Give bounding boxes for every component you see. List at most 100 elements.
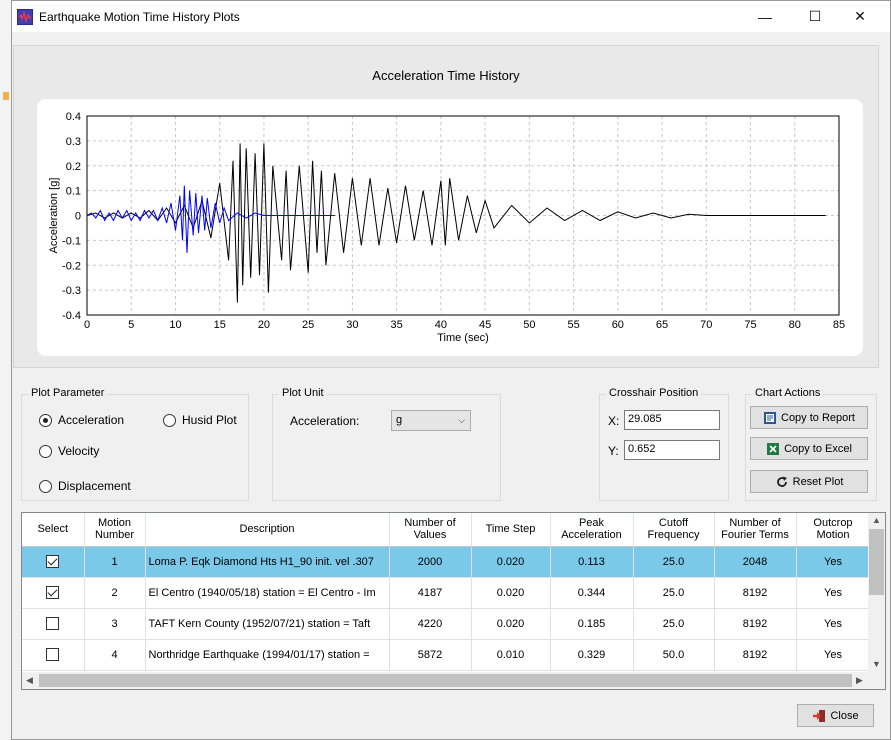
table-cell[interactable]: 5872 (389, 639, 472, 671)
scroll-right-icon[interactable]: ▶ (856, 675, 863, 686)
title-bar: Earthquake Motion Time History Plots — ☐… (12, 1, 890, 32)
unit-select-value: g (396, 414, 403, 426)
table-cell[interactable]: 8192 (714, 639, 797, 671)
table-cell[interactable]: 2048 (714, 546, 797, 578)
select-cell[interactable] (22, 546, 85, 578)
scroll-left-icon[interactable]: ◀ (26, 675, 33, 686)
select-checkbox[interactable] (46, 586, 60, 599)
select-cell[interactable] (22, 639, 85, 671)
acceleration-chart[interactable]: 0.4 0.3 0.2 0.1 0 -0.1 -0.2 -0.3 -0.4 0 5 10 15 20 25… (37, 99, 863, 356)
y-tick-label: 0.3 (66, 136, 81, 148)
table-row[interactable]: 4 Northridge Earthquake (1994/01/17) stat… (22, 639, 871, 671)
table-cell[interactable]: Yes (796, 639, 871, 671)
table-cell[interactable]: 25.0 (633, 577, 715, 609)
vertical-scrollbar[interactable]: ▲ ▼ (868, 513, 885, 673)
table-cell[interactable]: 4 (84, 639, 146, 671)
select-checkbox[interactable] (46, 617, 60, 630)
x-tick-label: 15 (214, 319, 226, 331)
minimize-button[interactable]: — (742, 1, 788, 32)
table-cell[interactable]: 8192 (714, 577, 797, 609)
select-checkbox[interactable] (46, 648, 60, 661)
radio-husid-circle[interactable] (163, 413, 176, 427)
horizontal-scrollbar[interactable]: ◀ ▶ (22, 672, 885, 689)
column-header[interactable]: Select (22, 513, 85, 547)
table-cell[interactable]: 0.329 (550, 639, 634, 671)
radio-acceleration[interactable]: Acceleration (39, 413, 124, 427)
table-cell[interactable]: 2000 (389, 546, 472, 578)
table-cell[interactable]: 0.020 (471, 546, 551, 578)
table-cell[interactable]: 8192 (714, 608, 797, 640)
horizontal-scroll-thumb[interactable] (39, 674, 852, 687)
scroll-down-icon[interactable]: ▼ (872, 659, 881, 669)
radio-velocity-circle[interactable] (39, 444, 52, 458)
radio-displacement[interactable]: Displacement (39, 479, 131, 493)
x-tick-label: 40 (435, 319, 447, 331)
select-cell[interactable] (22, 608, 85, 640)
copy-to-excel-button[interactable]: Copy to Excel (750, 437, 868, 460)
radio-velocity-label: Velocity (58, 444, 100, 458)
table-row[interactable]: 1 Loma P. Eqk Diamond Hts H1_90 init. vel… (22, 546, 871, 578)
description-cell[interactable]: El Centro (1940/05/18) station = El Cent… (145, 577, 390, 609)
column-header[interactable]: Description (145, 513, 390, 547)
table-cell[interactable]: 25.0 (633, 608, 715, 640)
table-cell[interactable]: 0.344 (550, 577, 634, 609)
reset-plot-label: Reset Plot (792, 475, 844, 488)
copy-to-report-label: Copy to Report (781, 411, 855, 424)
scroll-up-icon[interactable]: ▲ (872, 515, 881, 525)
select-cell[interactable] (22, 577, 85, 609)
table-cell[interactable]: 0.113 (550, 546, 634, 578)
close-button[interactable]: Close (797, 704, 874, 727)
table-cell[interactable]: 0.185 (550, 608, 634, 640)
reset-plot-button[interactable]: Reset Plot (750, 470, 868, 493)
table-cell[interactable]: 0.020 (471, 608, 551, 640)
crosshair-x-field[interactable]: 29.085 (624, 410, 720, 430)
column-header[interactable]: Motion Number (84, 513, 146, 547)
radio-velocity[interactable]: Velocity (39, 444, 99, 458)
column-header[interactable]: Number of Fourier Terms (714, 513, 797, 547)
table-cell[interactable]: 0.020 (471, 577, 551, 609)
y-tick-label: -0.1 (62, 235, 81, 247)
table-cell[interactable]: 1 (84, 546, 146, 578)
copy-to-report-button[interactable]: Copy to Report (750, 406, 868, 429)
x-tick-label: 0 (84, 319, 90, 331)
column-header[interactable]: Number of Values (389, 513, 472, 547)
column-header[interactable]: Peak Acceleration (550, 513, 634, 547)
x-tick-label: 75 (744, 319, 756, 331)
description-cell[interactable]: TAFT Kern County (1952/07/21) station = … (145, 608, 390, 640)
table-cell[interactable]: 25.0 (633, 546, 715, 578)
table-cell[interactable]: Yes (796, 546, 871, 578)
maximize-button[interactable]: ☐ (792, 1, 838, 32)
select-checkbox[interactable] (46, 555, 60, 568)
chevron-down-icon: ⌵ (458, 415, 465, 425)
table-cell[interactable]: 50.0 (633, 639, 715, 671)
chart-panel: Acceleration Time History 0.4 0.3 0.2 0.1 0-… (13, 45, 879, 368)
column-header[interactable]: Time Step (471, 513, 551, 547)
description-cell[interactable]: Northridge Earthquake (1994/01/17) stati… (145, 639, 390, 671)
x-tick-label: 60 (612, 319, 624, 331)
plot-parameter-title: Plot Parameter (28, 387, 108, 399)
column-header[interactable]: Outcrop Motion (796, 513, 871, 547)
vertical-scroll-thumb[interactable] (869, 529, 884, 595)
table-cell[interactable]: 0.010 (471, 639, 551, 671)
crosshair-y-field[interactable]: 0.652 (624, 440, 720, 460)
table-row[interactable]: 2 El Centro (1940/05/18) station = El Cen… (22, 577, 871, 609)
description-cell[interactable]: Loma P. Eqk Diamond Hts H1_90 init. vel … (145, 546, 390, 578)
column-header[interactable]: Cutoff Frequency (633, 513, 715, 547)
radio-displacement-circle[interactable] (39, 479, 52, 493)
table-cell[interactable]: 4187 (389, 577, 472, 609)
radio-acceleration-circle[interactable] (39, 413, 52, 427)
motion-table: Select Motion Number Description Number of … (21, 512, 886, 690)
x-tick-label: 50 (523, 319, 535, 331)
chart-area[interactable]: 0.4 0.3 0.2 0.1 0 -0.1 -0.2 -0.3 -0.4 0 5 10 15 20 25… (37, 99, 863, 356)
unit-select[interactable]: g ⌵ (391, 410, 471, 431)
table-cell[interactable]: 3 (84, 608, 146, 640)
radio-husid-plot[interactable]: Husid Plot (163, 413, 237, 427)
close-window-button[interactable]: ✕ (837, 1, 883, 32)
table-row[interactable]: 3 TAFT Kern County (1952/07/21) station =… (22, 608, 871, 640)
crosshair-group: Crosshair Position X: 29.085 Y: 0.652 (599, 387, 729, 501)
table-cell[interactable]: Yes (796, 577, 871, 609)
table-cell[interactable]: 4220 (389, 608, 472, 640)
table-cell[interactable]: Yes (796, 608, 871, 640)
plot-parameter-group: Plot Parameter Acceleration Velocity Dis… (21, 387, 249, 501)
table-cell[interactable]: 2 (84, 577, 146, 609)
